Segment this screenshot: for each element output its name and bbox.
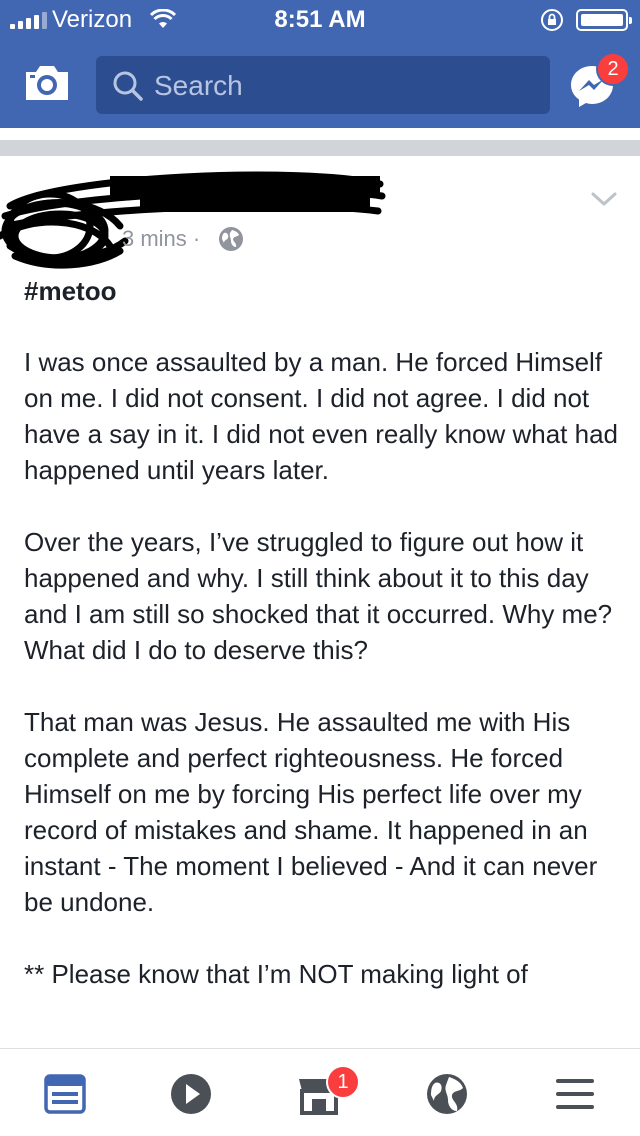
feed-post: 3 mins · #metoo I was once assaulted by … [0, 156, 640, 1048]
post-paragraph: That man was Jesus. He assaulted me with… [24, 707, 598, 917]
battery-icon [576, 9, 632, 31]
spacer [0, 128, 640, 140]
video-icon[interactable] [166, 1071, 216, 1117]
post-body: I was once assaulted by a man. He forced… [24, 344, 624, 992]
status-bar: Verizon 8:51 AM [0, 0, 640, 40]
globe-icon [219, 227, 243, 251]
notifications-badge: 1 [326, 1065, 360, 1099]
post-paragraph: Over the years, I’ve struggled to figure… [24, 527, 613, 665]
globe-notifications-icon[interactable] [422, 1071, 472, 1117]
search-input[interactable]: Search [96, 56, 550, 114]
feed-divider [0, 140, 640, 156]
post-timestamp: 3 mins · [122, 226, 201, 251]
bottom-tab-bar: 1 [0, 1048, 640, 1136]
rotation-lock-icon [541, 9, 563, 31]
redacted-author-scribble [0, 171, 386, 269]
menu-icon[interactable] [550, 1071, 600, 1117]
post-paragraph: I was once assaulted by a man. He forced… [24, 347, 619, 485]
top-navigation-bar: Search 2 [0, 40, 640, 128]
chevron-down-icon[interactable] [590, 190, 618, 208]
wifi-icon [150, 9, 176, 28]
news-feed-icon[interactable] [40, 1071, 90, 1117]
post-hashtag[interactable]: #metoo [24, 276, 116, 307]
search-placeholder: Search [154, 70, 243, 101]
post-paragraph: ** Please know that I’m NOT making light… [24, 959, 528, 989]
signal-strength-icon [10, 12, 47, 29]
search-icon [113, 71, 143, 101]
messenger-badge: 2 [596, 52, 630, 86]
carrier-name: Verizon [52, 6, 133, 33]
camera-icon[interactable] [22, 60, 72, 104]
